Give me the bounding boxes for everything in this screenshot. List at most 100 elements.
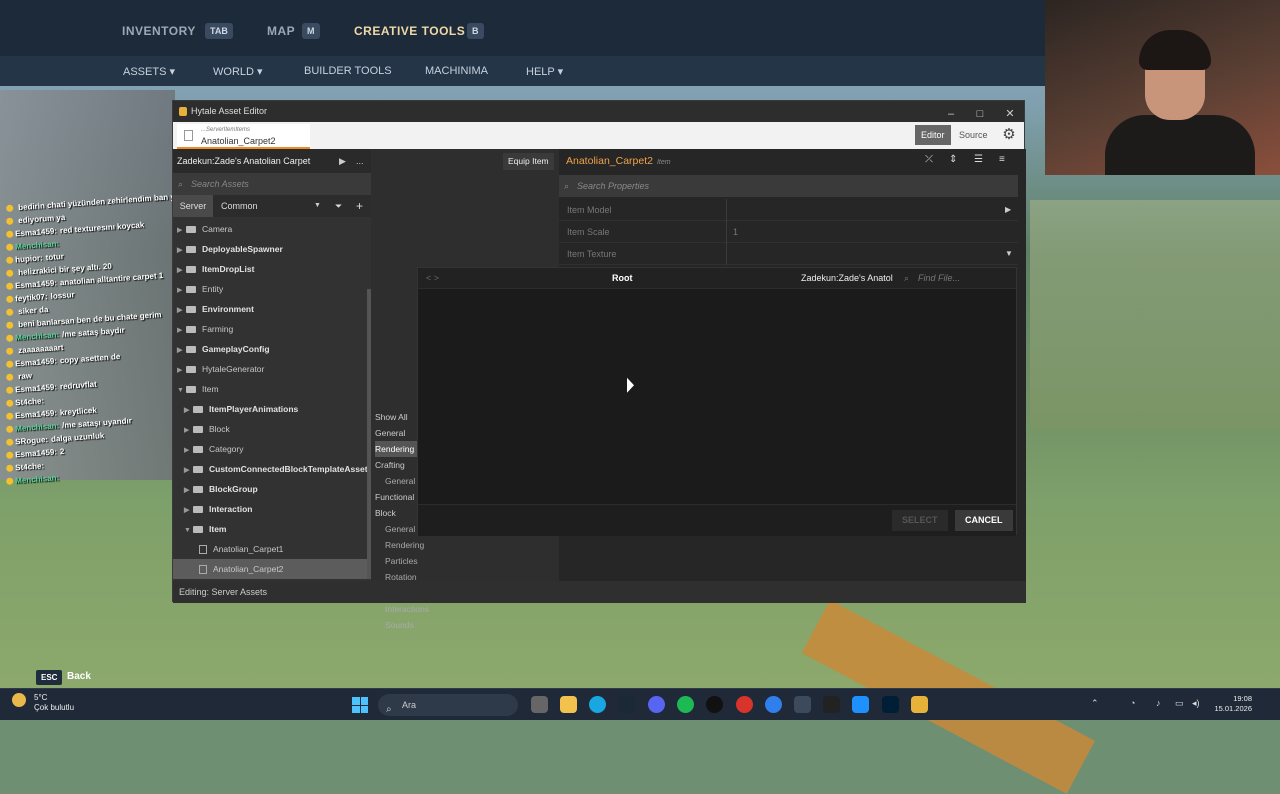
chevron-right-icon[interactable]: ▶ — [184, 501, 193, 521]
chevron-right-icon[interactable]: ▶ — [177, 341, 186, 361]
chevron-down-icon[interactable]: ▼ — [177, 381, 186, 401]
category-item[interactable]: Interactions — [375, 601, 429, 617]
photoshop-icon[interactable] — [882, 696, 899, 713]
category-item[interactable]: Particles — [375, 553, 429, 569]
tray-icon[interactable]: ◔ — [1130, 698, 1135, 708]
unreal-icon[interactable] — [706, 696, 723, 713]
category-item[interactable]: Rendering — [375, 537, 429, 553]
tab-inventory[interactable]: INVENTORY — [122, 24, 196, 38]
hytale-icon[interactable] — [911, 696, 928, 713]
tree-item[interactable]: ▶ Entity — [173, 279, 367, 299]
tree-item[interactable]: ▶ Camera — [173, 219, 367, 239]
nav-help[interactable]: HELP ▾ — [526, 65, 563, 78]
chevron-down-icon[interactable]: ▼ — [314, 195, 321, 217]
play-icon[interactable]: ▶ — [339, 149, 346, 173]
task-view-icon[interactable] — [531, 696, 548, 713]
chevron-right-icon[interactable]: ▶ — [177, 261, 186, 281]
steam-icon[interactable] — [618, 696, 635, 713]
edge-icon[interactable] — [589, 696, 606, 713]
tree-item[interactable]: Anatolian_Carpet2 — [173, 559, 367, 579]
cancel-button[interactable]: CANCEL — [955, 510, 1013, 531]
tree-item[interactable]: Anatolian_Carpet1 — [173, 539, 367, 559]
search-assets-input[interactable]: ⌕ Search Assets — [173, 173, 371, 195]
back-button[interactable]: Back — [67, 671, 91, 682]
tree-item[interactable]: ▶ Block — [173, 419, 367, 439]
chevron-right-icon[interactable]: ▶ — [184, 461, 193, 481]
tree-item[interactable]: ▶ HytaleGenerator — [173, 359, 367, 379]
chevron-right-icon[interactable]: ▶ — [184, 441, 193, 461]
chevron-right-icon[interactable]: ▶ — [184, 401, 193, 421]
tree-item[interactable]: ▼ Item — [173, 379, 367, 399]
file-explorer-icon[interactable] — [560, 696, 577, 713]
select-button[interactable]: SELECT — [892, 510, 948, 531]
chevron-right-icon[interactable]: ▶ — [177, 241, 186, 261]
start-button-icon[interactable] — [352, 697, 368, 713]
chevron-right-icon[interactable]: ▶ — [184, 481, 193, 501]
chevron-right-icon[interactable]: ▶ — [184, 421, 193, 441]
tree-item[interactable]: ▶ CustomConnectedBlockTemplateAsset — [173, 459, 368, 481]
breadcrumb[interactable]: Zadekun:Zade's Anatolian Carpet — [801, 268, 893, 289]
app-icon[interactable] — [852, 696, 869, 713]
root-folder-button[interactable]: Root — [612, 268, 633, 289]
chevron-right-icon[interactable]: ▶ — [177, 281, 186, 301]
nav-machinima[interactable]: MACHINIMA — [425, 65, 488, 77]
tree-item[interactable]: ▶ DeployableSpawner — [173, 239, 367, 259]
tab-map[interactable]: MAP — [267, 24, 295, 38]
source-mode-button[interactable]: Source — [953, 125, 994, 145]
volume-icon[interactable]: ◂) — [1192, 698, 1200, 709]
tree-item[interactable]: ▶ Farming — [173, 319, 367, 339]
chevron-right-icon[interactable]: ▶ — [177, 221, 186, 241]
app-icon[interactable] — [794, 696, 811, 713]
equip-item-button[interactable]: Equip Item — [503, 153, 554, 170]
tree-item[interactable]: ▶ GameplayConfig — [173, 339, 367, 359]
chevron-right-icon[interactable]: ▶ — [1005, 199, 1011, 221]
property-row-item-model[interactable]: Item Model ▶ — [559, 199, 1018, 221]
options-icon[interactable]: ≡ — [999, 154, 1005, 165]
category-item[interactable]: Sounds — [375, 617, 429, 633]
chevron-right-icon[interactable]: ▶ — [177, 321, 186, 341]
nav-builder-tools[interactable]: BUILDER TOOLS — [304, 65, 392, 77]
tree-item[interactable]: ▶ Environment — [173, 299, 367, 319]
find-file-input[interactable]: Find File... — [918, 268, 960, 289]
clock[interactable]: 19:08 15.01.2026 — [1208, 694, 1252, 714]
search-properties-input[interactable]: ⌕ Search Properties — [559, 175, 1018, 197]
list-icon[interactable]: ☰ — [974, 154, 983, 165]
tree-item[interactable]: ▶ Category — [173, 439, 367, 459]
nav-world[interactable]: WORLD ▾ — [213, 65, 263, 78]
network-icon[interactable]: ▭ — [1175, 698, 1184, 709]
scope-common-button[interactable]: Common — [221, 195, 258, 217]
app-icon[interactable] — [736, 696, 753, 713]
chevron-right-icon[interactable]: ▶ — [177, 361, 186, 381]
add-icon[interactable]: + — [356, 195, 363, 217]
app-icon[interactable] — [765, 696, 782, 713]
chevron-up-icon[interactable]: ⌃ — [1091, 698, 1099, 709]
tree-item[interactable]: ▼ Item — [173, 519, 367, 539]
chevron-right-icon[interactable]: ▶ — [177, 301, 186, 321]
file-tab[interactable]: ...ServerItemItems Anatolian_Carpet2 — [177, 124, 310, 149]
taskbar-search[interactable]: ⌕ Ara — [378, 694, 518, 716]
nav-arrows[interactable]: < > — [426, 268, 439, 289]
property-row-item-texture[interactable]: Item Texture ▼ — [559, 243, 1018, 265]
weather-widget[interactable]: 5°C Çok bulutlu — [12, 693, 74, 712]
more-button[interactable]: ... — [356, 149, 364, 173]
scope-server-button[interactable]: Server — [173, 195, 213, 217]
chevron-down-icon[interactable]: ▼ — [1005, 243, 1013, 265]
asset-pack-selector[interactable]: Zadekun:Zade's Anatolian Carpet ▶ ... — [173, 149, 371, 173]
tree-item[interactable]: ▶ BlockGroup — [173, 479, 367, 499]
mic-icon[interactable]: ♪ — [1156, 698, 1161, 708]
editor-mode-button[interactable]: Editor — [915, 125, 951, 145]
tree-item[interactable]: ▶ Interaction — [173, 499, 367, 519]
expand-icon[interactable]: ⇕ — [949, 154, 957, 165]
tree-item[interactable]: ▶ ItemPlayerAnimations — [173, 399, 367, 419]
capcut-icon[interactable] — [823, 696, 840, 713]
gear-icon[interactable]: ⚙ — [1000, 126, 1018, 144]
tab-creative-tools[interactable]: CREATIVE TOOLS — [354, 24, 465, 38]
collapse-icon[interactable]: ⤫ — [925, 154, 933, 165]
filter-icon[interactable]: ⏷ — [335, 195, 342, 217]
tree-item[interactable]: ▶ ItemDropList — [173, 259, 367, 279]
nav-assets[interactable]: ASSETS ▾ — [123, 65, 175, 78]
discord-icon[interactable] — [648, 696, 665, 713]
property-row-item-scale[interactable]: Item Scale 1 — [559, 221, 1018, 243]
spotify-icon[interactable] — [677, 696, 694, 713]
chevron-down-icon[interactable]: ▼ — [184, 521, 193, 541]
